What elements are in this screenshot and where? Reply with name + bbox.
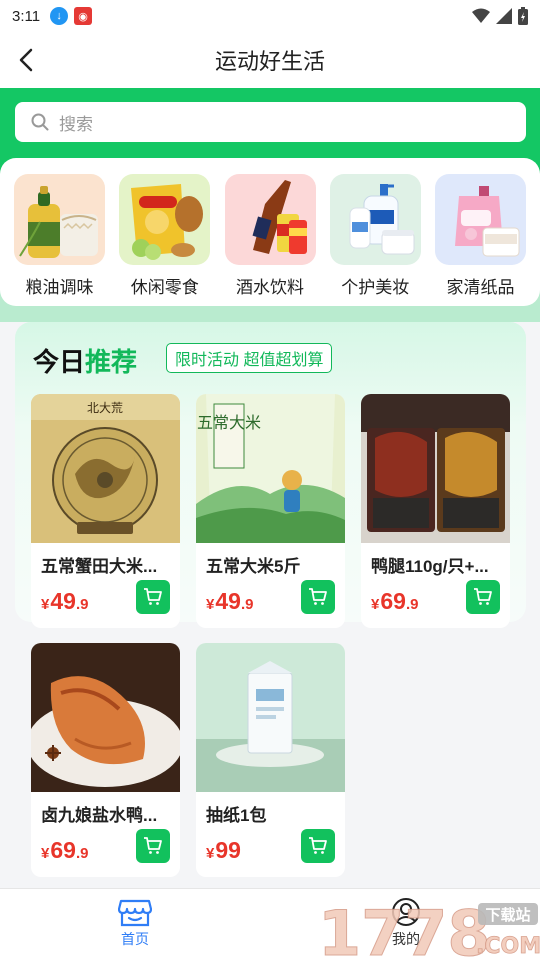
product-name: 五常蟹田大米... <box>41 557 158 576</box>
product-price: ¥99 <box>206 837 241 864</box>
cooking-oil-rice-icon <box>14 174 105 265</box>
home-store-icon <box>118 899 152 927</box>
category-drinks[interactable]: 酒水饮料 <box>224 174 316 306</box>
price-currency: ¥ <box>41 845 50 862</box>
product-image-salted-duck <box>31 643 180 792</box>
status-time: 3:11 <box>12 7 41 25</box>
product-price: ¥49.9 <box>41 588 88 615</box>
battery-icon <box>518 7 528 25</box>
download-notification-icon: ↓ <box>50 7 69 25</box>
add-to-cart-button[interactable] <box>301 829 335 863</box>
product-price: ¥69.9 <box>41 837 88 864</box>
add-to-cart-button[interactable] <box>301 580 335 614</box>
cart-icon <box>474 588 492 605</box>
status-bar: 3:11 ↓ ◉ <box>0 0 540 32</box>
product-image-duck-leg <box>361 394 510 543</box>
watermark-number: 1778 <box>318 897 491 960</box>
recommend-title-b: 推荐 <box>85 347 138 377</box>
price-currency: ¥ <box>206 596 215 613</box>
price-integer: 69 <box>50 837 76 863</box>
price-decimal: .9 <box>405 596 419 613</box>
price-decimal: .9 <box>240 596 254 613</box>
product-card[interactable]: 北大荒 五常蟹田大米... ¥49.9 <box>31 394 180 628</box>
liquor-drinks-icon <box>224 174 316 265</box>
signal-icon <box>496 8 512 24</box>
cart-icon <box>309 588 327 605</box>
price-integer: 49 <box>50 588 76 614</box>
product-name: 抽纸1包 <box>206 806 267 825</box>
site-watermark: 1778 下载站 .COM <box>318 897 540 960</box>
category-snacks[interactable]: 休闲零食 <box>119 174 211 306</box>
category-label: 酒水饮料 <box>236 278 304 297</box>
product-brand-text: 北大荒 <box>87 401 123 415</box>
watermark-com: .COM <box>476 934 540 959</box>
chips-snacks-icon <box>119 174 211 265</box>
category-label: 家清纸品 <box>446 278 515 297</box>
watermark-site: 下载站 <box>485 906 530 924</box>
recommend-title-a: 今日 <box>33 347 86 377</box>
price-currency: ¥ <box>41 596 50 613</box>
nav-home[interactable]: 首页 <box>100 897 170 949</box>
product-image-tissue <box>196 643 345 792</box>
search-placeholder: 搜索 <box>59 114 93 134</box>
product-brand-text: 五常大米 <box>197 413 261 432</box>
promo-tag: 限时活动 超值超划算 <box>166 343 333 373</box>
category-household[interactable]: 家清纸品 <box>435 174 526 306</box>
nav-home-label: 首页 <box>121 931 149 947</box>
add-to-cart-button[interactable] <box>466 580 500 614</box>
category-personal-care[interactable]: 个护美妆 <box>329 174 421 306</box>
search-icon <box>31 113 49 131</box>
price-decimal: .9 <box>75 596 89 613</box>
add-to-cart-button[interactable] <box>136 580 170 614</box>
search-input[interactable]: 搜索 <box>15 102 526 142</box>
cart-icon <box>309 837 327 854</box>
category-label: 休闲零食 <box>130 278 199 297</box>
price-integer: 49 <box>215 588 241 614</box>
product-name: 卤九娘盐水鸭... <box>41 806 158 825</box>
product-price: ¥49.9 <box>206 588 253 615</box>
household-tissue-icon <box>435 174 526 265</box>
product-name: 鸭腿110g/只+... <box>371 557 489 576</box>
add-to-cart-button[interactable] <box>136 829 170 863</box>
chevron-left-icon <box>19 48 33 72</box>
category-label: 粮油调味 <box>25 278 94 297</box>
product-card[interactable]: 鸭腿110g/只+... ¥69.9 <box>361 394 510 628</box>
price-decimal: .9 <box>75 845 89 862</box>
product-card[interactable]: 五常大米 五常大米5斤 ¥49.9 <box>196 394 345 628</box>
back-button[interactable] <box>10 44 42 76</box>
personal-care-icon <box>329 174 421 265</box>
product-image-rice-bag: 北大荒 <box>31 394 180 543</box>
category-label: 个护美妆 <box>341 278 410 297</box>
product-name: 五常大米5斤 <box>206 557 301 576</box>
category-grain-oil[interactable]: 粮油调味 <box>14 174 105 306</box>
page-title: 运动好生活 <box>214 49 325 74</box>
product-card[interactable]: 抽纸1包 ¥99 <box>196 643 345 877</box>
app-notification-icon: ◉ <box>74 7 93 25</box>
price-integer: 99 <box>215 837 241 863</box>
product-card[interactable]: 卤九娘盐水鸭... ¥69.9 <box>31 643 180 877</box>
cart-icon <box>144 837 162 854</box>
wifi-icon <box>472 8 490 23</box>
product-image-rice-5jin: 五常大米 <box>196 394 345 543</box>
top-header: 运动好生活 <box>0 32 540 88</box>
price-currency: ¥ <box>371 596 380 613</box>
category-grid: 粮油调味 休闲零食 酒水饮料 个护美妆 家清纸品 <box>0 158 540 306</box>
price-currency: ¥ <box>206 845 215 862</box>
price-integer: 69 <box>380 588 406 614</box>
cart-icon <box>144 588 162 605</box>
recommend-title: 今日推荐 <box>33 342 137 379</box>
product-price: ¥69.9 <box>371 588 418 615</box>
